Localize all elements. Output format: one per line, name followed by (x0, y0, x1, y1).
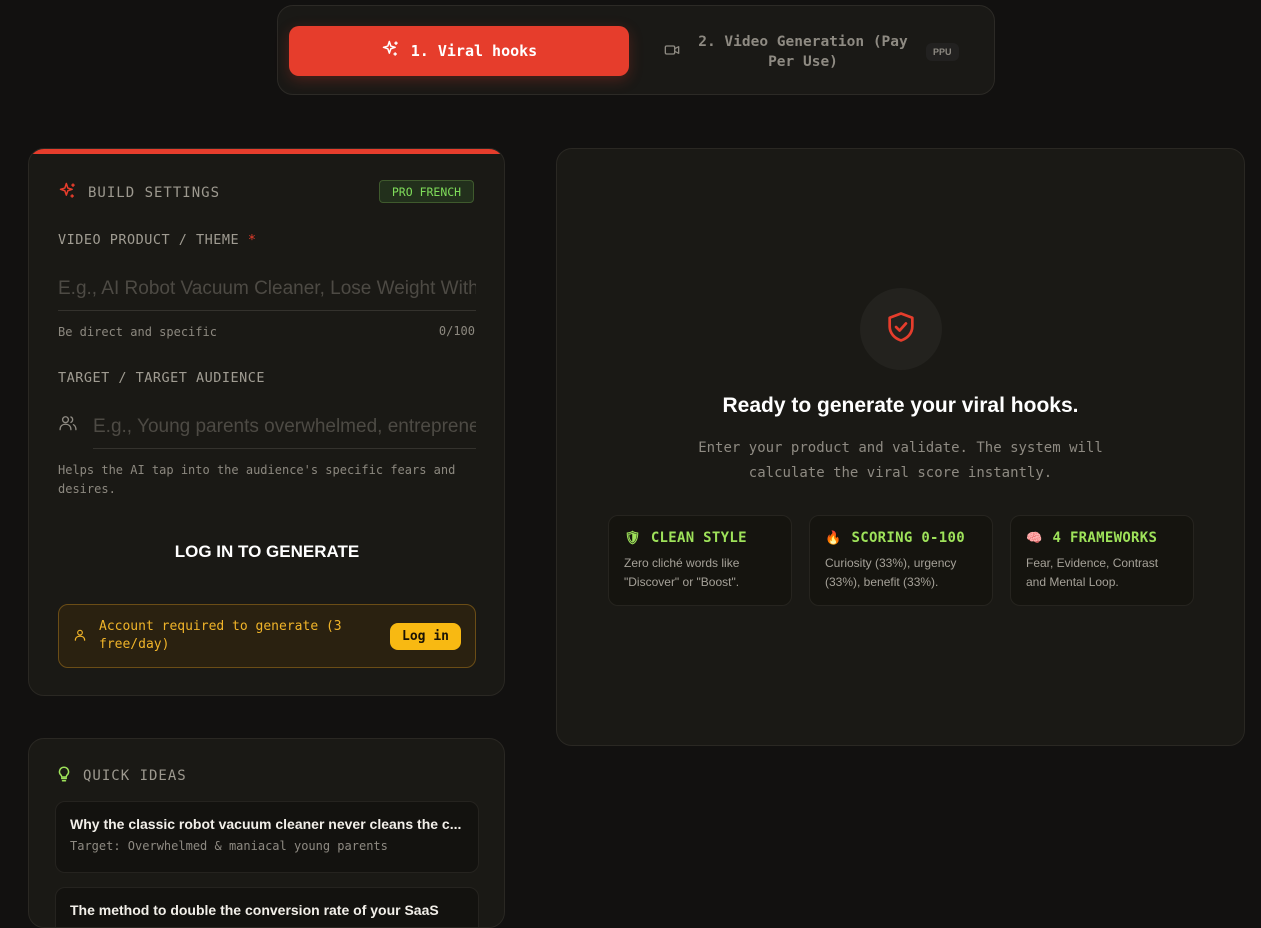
users-icon (58, 413, 78, 437)
idea-item[interactable]: Why the classic robot vacuum cleaner nev… (55, 801, 479, 873)
account-notice-text: Account required to generate (3 free/day… (99, 619, 342, 652)
idea-target: Target: Overwhelmed & maniacal young par… (70, 839, 388, 853)
result-panel: Ready to generate your viral hooks. Ente… (556, 148, 1245, 746)
feature-desc: Zero cliché words like "Discover" or "Bo… (624, 556, 740, 589)
audience-label: TARGET / TARGET AUDIENCE (58, 370, 266, 386)
mode-tabbar: 1. Viral hooks 2. Video Generation (Pay … (277, 5, 995, 95)
shield-badge (860, 288, 942, 370)
shield-icon: 🛡 (624, 530, 641, 546)
product-label-text: VIDEO PRODUCT / THEME (58, 232, 240, 248)
feature-desc: Fear, Evidence, Contrast and Mental Loop… (1026, 556, 1159, 589)
audience-hint: Helps the AI tap into the audience's spe… (58, 463, 456, 496)
product-hint: Be direct and specific (58, 325, 217, 339)
pro-french-badge: PRO FRENCH (379, 180, 474, 203)
char-counter: 0/100 (438, 324, 475, 338)
build-settings-title: BUILD SETTINGS (88, 185, 221, 201)
account-required-notice: Account required to generate (3 free/day… (58, 604, 476, 668)
product-label: VIDEO PRODUCT / THEME * (58, 232, 256, 248)
idea-item[interactable]: The method to double the conversion rate… (55, 887, 479, 927)
video-icon (664, 42, 680, 62)
tab-viral-hooks[interactable]: 1. Viral hooks (289, 26, 629, 76)
build-settings-card: BUILD SETTINGS PRO FRENCH VIDEO PRODUCT … (28, 148, 505, 696)
feature-card-frameworks: 🧠 4 FRAMEWORKS Fear, Evidence, Contrast … (1010, 515, 1194, 606)
quick-ideas-card: QUICK IDEAS Why the classic robot vacuum… (28, 738, 505, 928)
login-to-generate-button[interactable]: LOG IN TO GENERATE (58, 533, 476, 571)
build-settings-header: BUILD SETTINGS (58, 181, 220, 205)
user-icon (73, 627, 87, 646)
required-mark: * (247, 232, 257, 248)
feature-card-scoring: 🔥 SCORING 0-100 Curiosity (33%), urgency… (809, 515, 993, 606)
accent-bar (29, 149, 504, 154)
tab-viral-hooks-label: 1. Viral hooks (410, 42, 538, 60)
audience-input[interactable] (93, 405, 476, 449)
ppu-badge: PPU (926, 43, 959, 61)
feature-card-clean-style: 🛡 CLEAN STYLE Zero cliché words like "Di… (608, 515, 792, 606)
feature-title: SCORING 0-100 (851, 530, 965, 546)
fire-icon: 🔥 (825, 530, 842, 546)
empty-state-subtitle: Enter your product and validate. The sys… (698, 440, 1103, 481)
quick-ideas-title: QUICK IDEAS (83, 768, 187, 784)
tab-video-generation-label: 2. Video Generation (Pay Per Use) (698, 34, 908, 70)
shield-check-icon (884, 310, 918, 348)
empty-state-title: Ready to generate your viral hooks. (722, 394, 1079, 417)
lightbulb-icon (55, 765, 73, 787)
brain-icon: 🧠 (1026, 530, 1043, 546)
sparkles-icon (381, 39, 401, 63)
feature-title: 4 FRAMEWORKS (1052, 530, 1158, 546)
idea-title: The method to double the conversion rate… (70, 902, 439, 918)
feature-desc: Curiosity (33%), urgency (33%), benefit … (825, 556, 957, 589)
quick-ideas-header: QUICK IDEAS (55, 765, 187, 787)
feature-title: CLEAN STYLE (650, 530, 747, 546)
tab-video-generation[interactable]: 2. Video Generation (Pay Per Use) PPU (664, 30, 984, 74)
idea-title: Why the classic robot vacuum cleaner nev… (70, 816, 462, 832)
product-input[interactable] (58, 267, 476, 311)
log-in-button[interactable]: Log in (390, 622, 461, 650)
sparkles-icon (58, 181, 78, 205)
